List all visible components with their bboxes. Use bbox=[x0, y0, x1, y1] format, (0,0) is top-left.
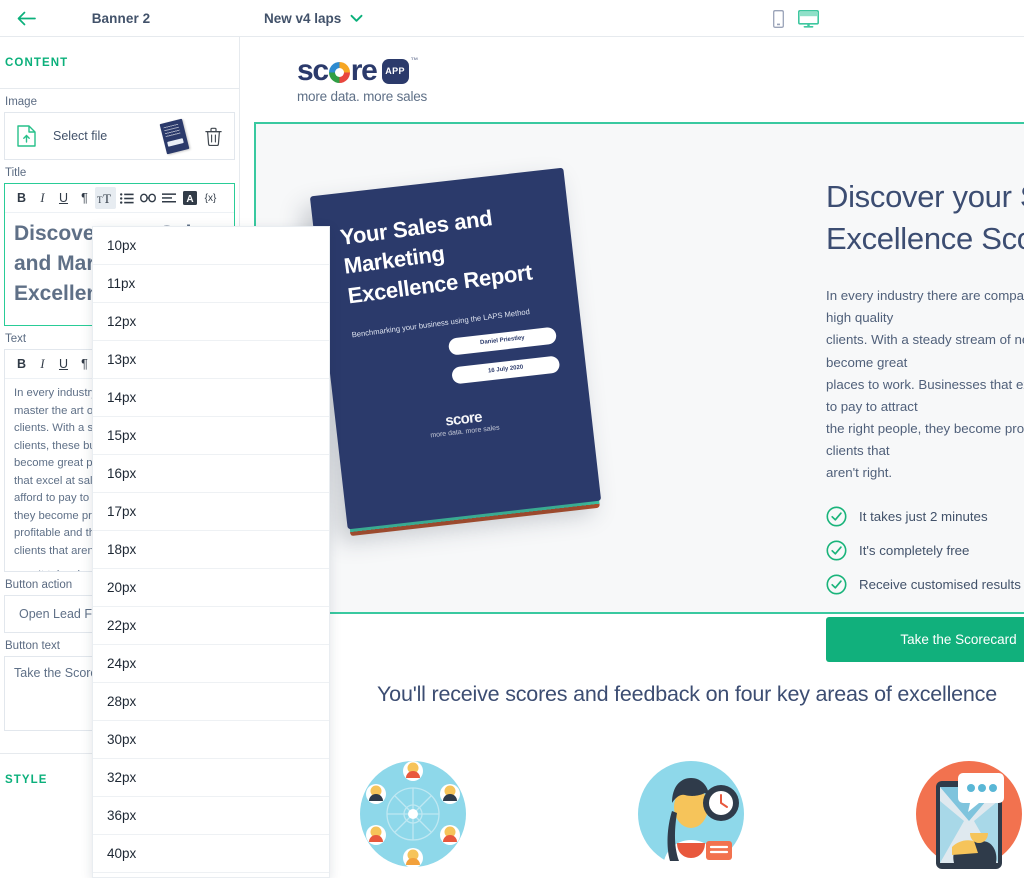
list-item: Receive customised results instantly bbox=[826, 574, 1024, 595]
dropdown-option[interactable]: 12px bbox=[93, 303, 329, 341]
dropdown-option[interactable]: 16px bbox=[93, 455, 329, 493]
report-logo: score more data. more sales bbox=[362, 399, 567, 447]
svg-text:T: T bbox=[103, 192, 111, 205]
text-color-button[interactable]: A bbox=[179, 187, 200, 209]
circle-check-icon bbox=[826, 540, 847, 561]
dropdown-option[interactable]: 18px bbox=[93, 531, 329, 569]
dropdown-option[interactable]: 32px bbox=[93, 759, 329, 797]
section-header-content: CONTENT bbox=[0, 37, 239, 89]
list-button[interactable] bbox=[116, 187, 137, 209]
italic-button[interactable]: I bbox=[32, 187, 53, 209]
preview-canvas: sc re APP ™ more data. more sales Your S… bbox=[240, 37, 1024, 878]
circle-check-icon bbox=[826, 506, 847, 527]
report-author-field: Daniel Priestley bbox=[447, 326, 558, 356]
logo-color-wheel-icon bbox=[328, 62, 350, 83]
mobile-icon[interactable] bbox=[773, 9, 784, 28]
select-file-label: Select file bbox=[53, 129, 108, 143]
top-bar: Banner 2 New v4 laps bbox=[0, 0, 1024, 37]
report-thumbnail bbox=[159, 118, 193, 155]
title-field-label: Title bbox=[5, 167, 27, 179]
banner-paragraph: In every industry there are companies th… bbox=[826, 288, 1024, 480]
page-title: Banner 2 bbox=[91, 10, 151, 26]
variable-button[interactable]: {x} bbox=[200, 187, 221, 209]
bold-button[interactable]: B bbox=[11, 353, 32, 375]
banner-block-selected[interactable]: Your Sales and Marketing Excellence Repo… bbox=[254, 122, 1024, 662]
dropdown-option[interactable]: 14px bbox=[93, 379, 329, 417]
banner-text-column: Discover your Sales and Excellence Score… bbox=[776, 124, 1024, 662]
brand-logo: sc re APP ™ more data. more sales bbox=[240, 37, 1024, 122]
underline-button[interactable]: U bbox=[53, 353, 74, 375]
lower-heading: You'll receive scores and feedback on fo… bbox=[377, 682, 997, 706]
dropdown-option[interactable]: 15px bbox=[93, 417, 329, 455]
logo-word-end: re bbox=[350, 53, 378, 87]
font-size-dropdown[interactable]: 10px 11px 12px 13px 14px 15px 16px 17px … bbox=[92, 226, 330, 878]
checklist-label: Receive customised results instantly bbox=[859, 576, 1024, 592]
report-date-field: 16 July 2020 bbox=[451, 355, 561, 385]
logo-app-badge: APP bbox=[381, 59, 409, 84]
bold-button[interactable]: B bbox=[11, 187, 32, 209]
banner-headline: Discover your Sales and Excellence Score bbox=[826, 179, 1024, 257]
device-toggle bbox=[773, 0, 819, 37]
image-field-label: Image bbox=[5, 96, 37, 108]
logo-tagline: more data. more sales bbox=[297, 88, 428, 104]
report-cover-image: Your Sales and Marketing Excellence Repo… bbox=[309, 167, 602, 537]
logo-trademark: ™ bbox=[410, 55, 419, 65]
list-item: It's completely free bbox=[826, 540, 1024, 561]
banner-image-column: Your Sales and Marketing Excellence Repo… bbox=[256, 124, 776, 612]
arrow-left-icon bbox=[17, 11, 36, 25]
logo-wordmark: sc re APP ™ bbox=[297, 53, 427, 87]
underline-button[interactable]: U bbox=[53, 187, 74, 209]
dropdown-option[interactable]: 40px bbox=[93, 835, 329, 873]
link-button[interactable] bbox=[137, 187, 158, 209]
align-button[interactable] bbox=[158, 187, 179, 209]
person-clock-illustration bbox=[636, 759, 746, 869]
trash-icon[interactable] bbox=[205, 127, 222, 146]
title-editor-toolbar: B I U ¶ TT A {x} bbox=[5, 184, 234, 213]
circle-check-icon bbox=[826, 574, 847, 595]
dropdown-option[interactable]: 13px bbox=[93, 341, 329, 379]
file-upload-icon[interactable] bbox=[17, 125, 36, 147]
team-network-illustration bbox=[358, 759, 468, 869]
dropdown-option[interactable]: 10px bbox=[93, 227, 329, 265]
svg-text:A: A bbox=[186, 194, 193, 205]
illustration-row bbox=[240, 759, 1024, 869]
dropdown-option[interactable]: 30px bbox=[93, 721, 329, 759]
dropdown-option[interactable]: 17px bbox=[93, 493, 329, 531]
chevron-down-icon bbox=[350, 14, 363, 22]
dropdown-option[interactable]: 20px bbox=[93, 569, 329, 607]
dropdown-option[interactable]: 11px bbox=[93, 265, 329, 303]
report-title: Your Sales and Marketing Excellence Repo… bbox=[338, 205, 534, 309]
project-name: New v4 laps bbox=[264, 10, 342, 26]
tablet-chat-illustration bbox=[914, 759, 1024, 869]
checklist-label: It takes just 2 minutes bbox=[859, 508, 988, 524]
take-scorecard-button[interactable]: Take the Scorecard bbox=[826, 616, 1024, 662]
banner-checklist: It takes just 2 minutes It's completely … bbox=[826, 506, 1024, 595]
project-selector[interactable]: New v4 laps bbox=[264, 11, 363, 26]
dropdown-option[interactable]: 22px bbox=[93, 607, 329, 645]
dropdown-option[interactable]: 28px bbox=[93, 683, 329, 721]
desktop-icon[interactable] bbox=[798, 9, 819, 28]
back-button[interactable] bbox=[6, 11, 46, 26]
dropdown-option[interactable]: 36px bbox=[93, 797, 329, 835]
paragraph-button[interactable]: ¶ bbox=[74, 187, 95, 209]
dropdown-option[interactable]: 24px bbox=[93, 645, 329, 683]
italic-button[interactable]: I bbox=[32, 353, 53, 375]
image-picker-row[interactable]: Select file bbox=[4, 112, 235, 160]
list-item: It takes just 2 minutes bbox=[826, 506, 1024, 527]
font-size-button[interactable]: TT bbox=[95, 187, 116, 209]
checklist-label: It's completely free bbox=[859, 542, 970, 558]
logo-word-start: sc bbox=[297, 53, 329, 87]
